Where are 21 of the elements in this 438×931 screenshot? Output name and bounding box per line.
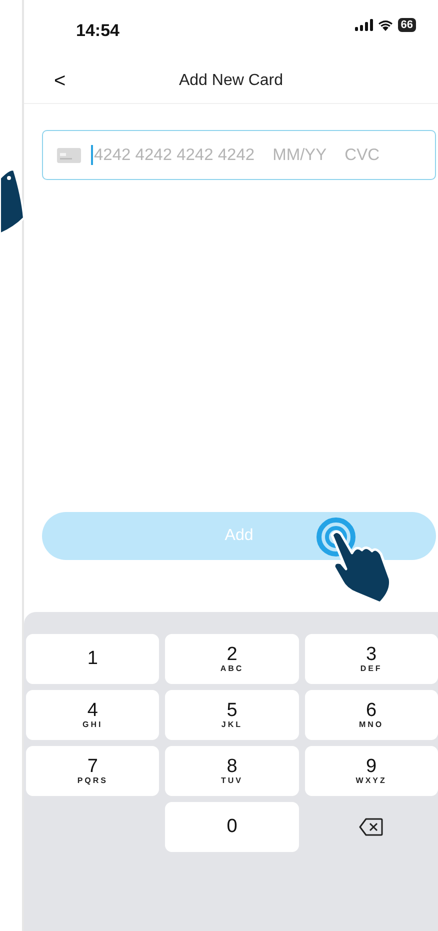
keypad-key[interactable]: 4 GHI <box>26 690 160 740</box>
back-button[interactable]: < <box>24 70 78 90</box>
backspace-icon[interactable] <box>359 818 384 836</box>
keypad-key[interactable]: 3 DEF <box>304 634 438 684</box>
cvc-placeholder: CVC <box>344 144 380 166</box>
signal-icon <box>354 19 373 31</box>
keypad-key[interactable]: 5 JKL <box>165 690 299 740</box>
keypad-key[interactable]: 9 WXYZ <box>304 746 438 796</box>
card-number-placeholder: 4242 4242 4242 4242 <box>94 144 255 166</box>
keypad-key[interactable]: 8 TUV <box>165 746 299 796</box>
keypad-key[interactable]: 2 ABC <box>165 634 299 684</box>
credit-card-icon <box>57 148 81 162</box>
keypad-key[interactable]: 6 MNO <box>304 690 438 740</box>
keypad-key[interactable]: 7 PQRS <box>26 746 160 796</box>
expiry-placeholder: MM/YY <box>272 144 327 166</box>
wifi-icon <box>376 19 394 31</box>
keypad-key[interactable]: 0 <box>165 802 299 852</box>
page-title: Add New Card <box>178 72 284 88</box>
battery-level: 66 <box>398 18 416 32</box>
keypad-key[interactable]: 1 <box>26 634 160 684</box>
status-time: 14:54 <box>76 20 120 42</box>
